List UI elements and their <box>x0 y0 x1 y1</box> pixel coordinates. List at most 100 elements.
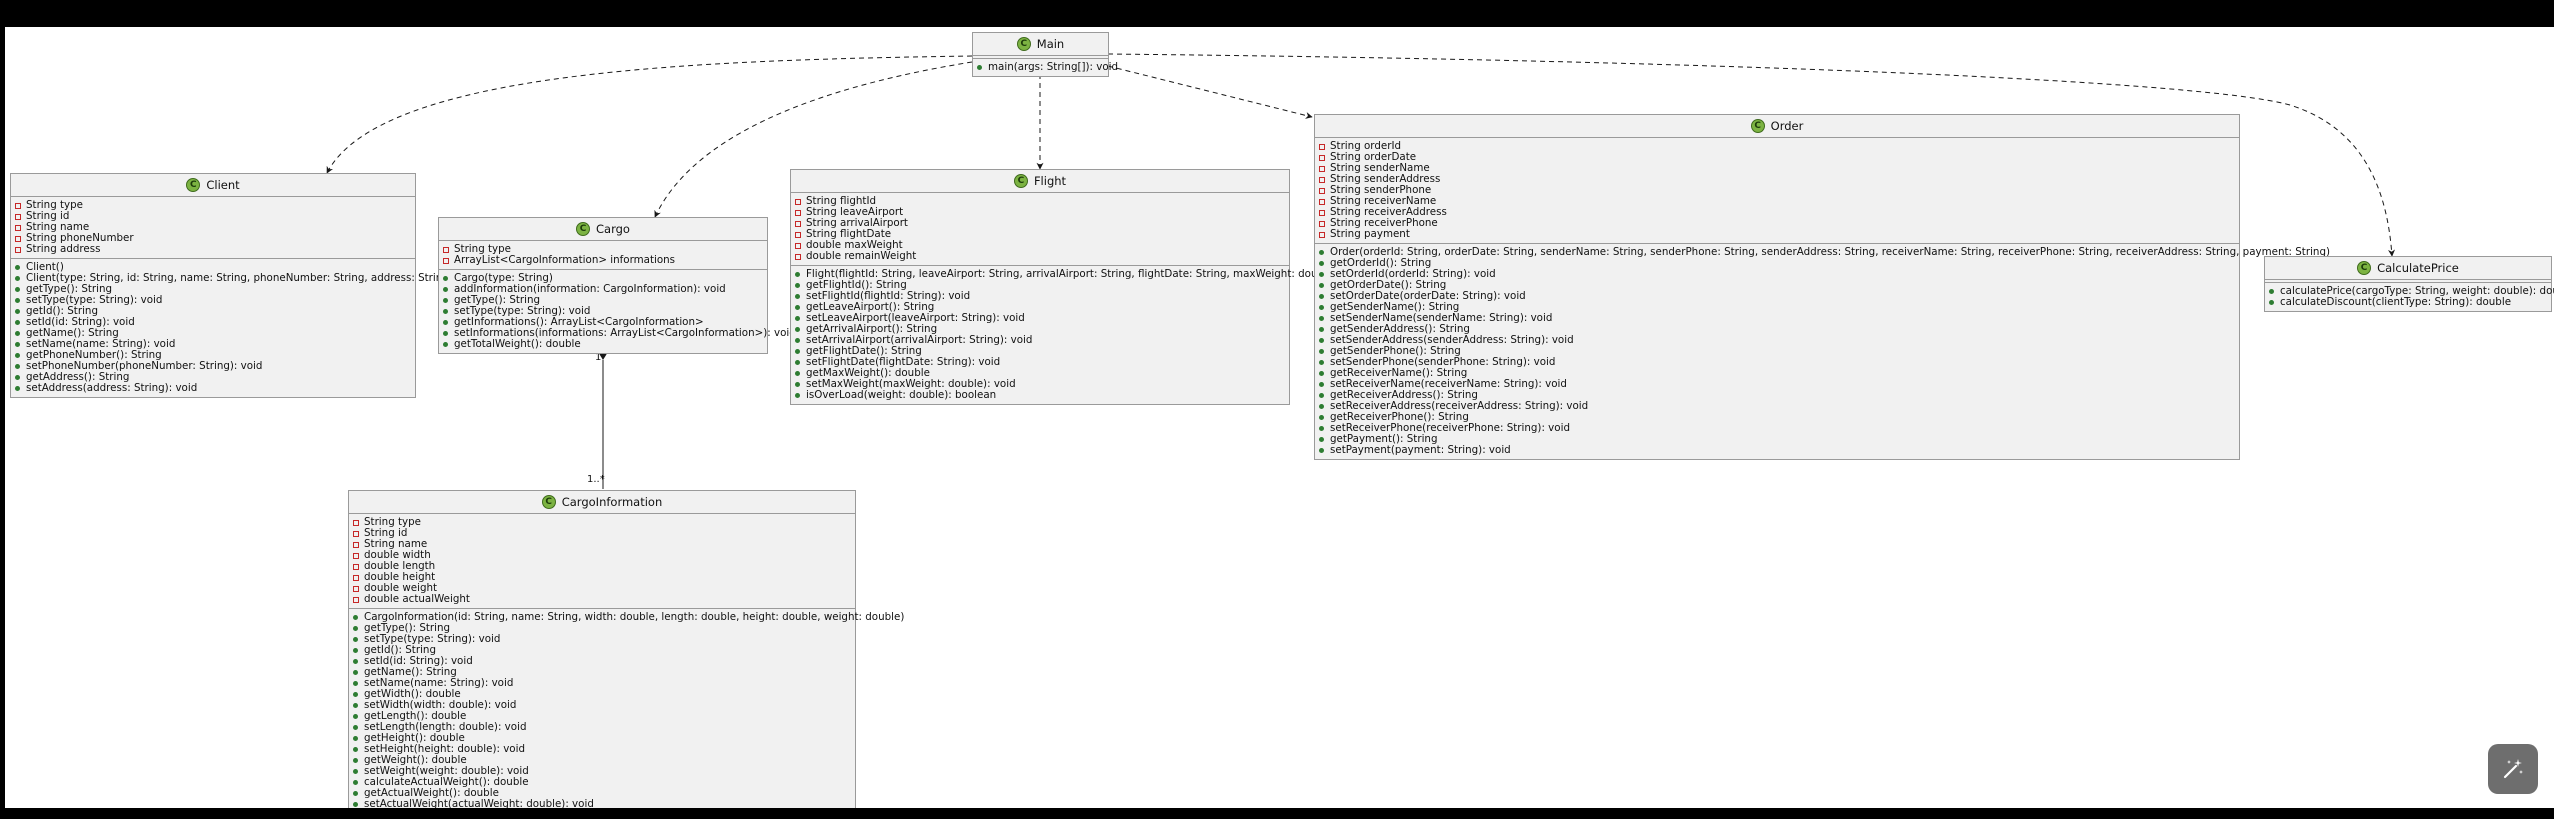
class-flight[interactable]: C Flight String flightId String leaveAirpor… <box>790 169 1337 405</box>
public-visibility-icon <box>353 692 358 697</box>
public-visibility-icon <box>1319 349 1324 354</box>
method-row-text: setPayment(payment: String): void <box>1330 444 1511 456</box>
class-cargoinformation[interactable]: C CargoInformation String type String id Str… <box>348 490 904 814</box>
class-c-icon: C <box>1013 174 1028 188</box>
class-name: Cargo <box>596 221 630 236</box>
class-header: C CargoInformation <box>349 491 855 514</box>
class-cargo[interactable]: C Cargo String type ArrayList<CargoInformat… <box>438 217 796 354</box>
attributes-section: String type ArrayList<CargoInformation> i… <box>439 241 767 269</box>
public-visibility-icon <box>353 670 358 675</box>
public-visibility-icon <box>353 648 358 653</box>
private-visibility-icon <box>1319 165 1325 172</box>
class-c-icon: C <box>576 222 591 236</box>
private-visibility-icon <box>1319 220 1325 227</box>
class-name: Flight <box>1033 173 1067 188</box>
attributes-section: String type String id String name double wi… <box>349 514 855 608</box>
class-c-icon: C <box>186 178 201 192</box>
bottom-black-bar <box>0 808 2554 819</box>
public-visibility-icon <box>353 758 358 763</box>
private-visibility-icon <box>353 541 359 548</box>
attribute-row: String senderPhone <box>1319 185 2235 196</box>
public-visibility-icon <box>1319 393 1324 398</box>
private-visibility-icon <box>795 242 801 249</box>
attribute-row: double remainWeight <box>795 251 1285 262</box>
method-row: setPayment(payment: String): void <box>1319 445 2235 456</box>
methods-section: Cargo(type: String) addInformation(inform… <box>439 269 796 353</box>
public-visibility-icon <box>353 615 358 620</box>
public-visibility-icon <box>353 791 358 796</box>
method-row-text: main(args: String[]): void <box>988 61 1119 73</box>
class-client[interactable]: C Client String type String id String name St… <box>10 173 453 398</box>
attribute-row-text: ArrayList<CargoInformation> informations <box>454 254 676 266</box>
public-visibility-icon <box>353 725 358 730</box>
public-visibility-icon <box>15 353 20 358</box>
private-visibility-icon <box>353 563 359 570</box>
private-visibility-icon <box>15 202 21 209</box>
class-order[interactable]: C Order String orderId String orderDate Stri… <box>1314 114 2330 460</box>
private-visibility-icon <box>795 253 801 260</box>
class-header: C CalculatePrice <box>2265 257 2551 280</box>
public-visibility-icon <box>795 349 800 354</box>
private-visibility-icon <box>443 257 449 264</box>
public-visibility-icon <box>1319 448 1324 453</box>
public-visibility-icon <box>795 371 800 376</box>
method-row: getTotalWeight(): double <box>443 339 763 350</box>
public-visibility-icon <box>353 714 358 719</box>
private-visibility-icon <box>1319 187 1325 194</box>
private-visibility-icon <box>15 213 21 220</box>
private-visibility-icon <box>353 585 359 592</box>
method-row: isOverLoad(weight: double): boolean <box>795 390 1285 401</box>
class-header: C Order <box>1315 115 2239 138</box>
attribute-row-text: String address <box>26 243 101 255</box>
public-visibility-icon <box>2269 300 2274 305</box>
methods-section: CargoInformation(id: String, name: Strin… <box>349 608 904 813</box>
public-visibility-icon <box>15 375 20 380</box>
public-visibility-icon <box>15 309 20 314</box>
public-visibility-icon <box>1319 437 1324 442</box>
public-visibility-icon <box>353 780 358 785</box>
public-visibility-icon <box>443 320 448 325</box>
magic-wand-button[interactable] <box>2488 744 2538 794</box>
public-visibility-icon <box>443 287 448 292</box>
attribute-row: String id <box>353 528 851 539</box>
private-visibility-icon <box>15 235 21 242</box>
method-row-text: getTotalWeight(): double <box>454 338 581 350</box>
class-main[interactable]: C Main main(args: String[]): void <box>972 32 1118 77</box>
private-visibility-icon <box>353 530 359 537</box>
class-header: C Client <box>11 174 415 197</box>
private-visibility-icon <box>1319 209 1325 216</box>
class-name: CargoInformation <box>561 494 663 509</box>
attribute-row: String senderName <box>1319 163 2235 174</box>
methods-section: Flight(flightId: String, leaveAirport: S… <box>791 265 1337 404</box>
method-row-text: setAddress(address: String): void <box>26 382 198 394</box>
attribute-row: String receiverPhone <box>1319 218 2235 229</box>
attribute-row: String receiverName <box>1319 196 2235 207</box>
class-calculateprice[interactable]: C CalculatePrice calculatePrice(cargoType:… <box>2264 256 2554 312</box>
private-visibility-icon <box>795 198 801 205</box>
public-visibility-icon <box>1319 283 1324 288</box>
private-visibility-icon <box>1319 143 1325 150</box>
private-visibility-icon <box>353 596 359 603</box>
private-visibility-icon <box>1319 154 1325 161</box>
public-visibility-icon <box>15 320 20 325</box>
public-visibility-icon <box>353 703 358 708</box>
public-visibility-icon <box>353 802 358 807</box>
private-visibility-icon <box>353 574 359 581</box>
public-visibility-icon <box>1319 371 1324 376</box>
public-visibility-icon <box>1319 272 1324 277</box>
method-row: Order(orderId: String, orderDate: String… <box>1319 247 2330 258</box>
public-visibility-icon <box>15 298 20 303</box>
attribute-row: String type <box>353 517 851 528</box>
public-visibility-icon <box>15 276 20 281</box>
class-name: CalculatePrice <box>2377 260 2459 275</box>
public-visibility-icon <box>353 681 358 686</box>
private-visibility-icon <box>795 220 801 227</box>
public-visibility-icon <box>15 265 20 270</box>
public-visibility-icon <box>1319 294 1324 299</box>
method-row-text: Order(orderId: String, orderDate: String… <box>1330 246 2331 258</box>
public-visibility-icon <box>1319 250 1324 255</box>
public-visibility-icon <box>353 637 358 642</box>
public-visibility-icon <box>15 364 20 369</box>
attribute-row: String orderId <box>1319 141 2235 152</box>
public-visibility-icon <box>15 386 20 391</box>
